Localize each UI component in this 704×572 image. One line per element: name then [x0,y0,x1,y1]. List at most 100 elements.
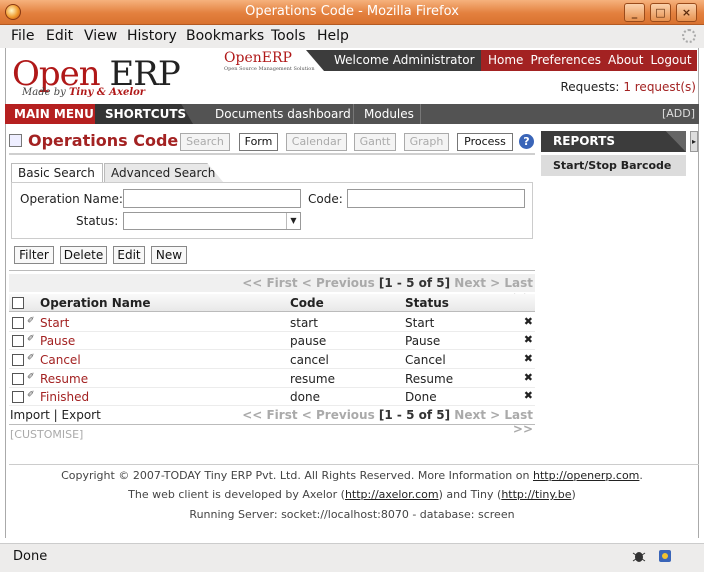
pager-previous[interactable]: < Previous [302,408,375,422]
row-status: Pause [405,334,441,348]
nav-home[interactable]: Home [488,53,523,67]
operation-name-input[interactable] [123,189,301,208]
pager-range: [1 - 5 of 5] [378,408,451,422]
delete-button[interactable]: Delete [60,246,107,264]
tab-advanced-search[interactable]: Advanced Search [104,163,224,183]
pager-first[interactable]: << First [242,408,297,422]
report-start-stop-barcode[interactable]: Start/Stop Barcode [541,155,686,176]
edit-icon[interactable]: ✐ [27,353,35,363]
edit-icon[interactable]: ✐ [27,372,35,382]
column-operation-name[interactable]: Operation Name [40,296,151,310]
menu-file[interactable]: File [11,28,34,44]
bug-icon[interactable] [631,548,647,564]
menu-help[interactable]: Help [317,28,349,44]
edit-button[interactable]: Edit [113,246,145,264]
add-shortcut-link[interactable]: [ADD] [662,107,695,120]
row-status: Cancel [405,353,446,367]
nav-divider [420,104,421,124]
row-checkbox[interactable] [12,354,24,366]
view-gantt-button[interactable]: Gantt [354,133,396,151]
row-operation-name[interactable]: Cancel [40,353,81,367]
shortcut-documents-dashboard[interactable]: Documents dashboard [215,107,351,121]
nav-logout[interactable]: Logout [651,53,692,67]
import-link[interactable]: Import [10,408,50,422]
table-row[interactable]: ✐ Resume resume Resume ✖ [9,369,535,388]
delete-row-icon[interactable]: ✖ [524,371,533,384]
edit-icon[interactable]: ✐ [27,390,35,400]
openerp-link[interactable]: http://openerp.com [533,469,639,482]
sidebar-toggle-icon[interactable]: ▸ [690,131,698,152]
nav-preferences[interactable]: Preferences [530,53,601,67]
credits-mid: ) and Tiny ( [438,488,502,501]
table-row[interactable]: ✐ Start start Start ✖ [9,313,535,332]
row-checkbox[interactable] [12,317,24,329]
row-operation-name[interactable]: Resume [40,372,88,386]
view-form-button[interactable]: Form [239,133,278,151]
row-checkbox[interactable] [12,373,24,385]
menu-edit[interactable]: Edit [46,28,73,44]
delete-row-icon[interactable]: ✖ [524,333,533,346]
code-input[interactable] [347,189,525,208]
status-select[interactable]: ▼ [123,212,301,230]
small-logo-subtitle: Open Source Management Solution [224,66,315,72]
menu-history[interactable]: History [127,28,177,44]
row-code: pause [290,334,327,348]
edit-icon[interactable]: ✐ [27,334,35,344]
pager-previous[interactable]: < Previous [302,276,375,290]
pager-last[interactable]: Last >> [504,408,533,436]
axelor-link[interactable]: http://axelor.com [345,488,439,501]
footer-divider [9,464,699,465]
select-all-checkbox[interactable] [12,297,24,309]
window-titlebar: Operations Code - Mozilla Firefox _ □ × [0,0,704,25]
pager-next[interactable]: Next > [454,276,500,290]
update-icon[interactable] [657,548,673,564]
view-search-button[interactable]: Search [180,133,230,151]
shortcut-modules[interactable]: Modules [364,107,414,121]
pager-range: [1 - 5 of 5] [378,276,451,290]
view-calendar-button[interactable]: Calendar [286,133,347,151]
row-checkbox[interactable] [12,335,24,347]
main-menu-button[interactable]: MAIN MENU [5,104,95,124]
row-operation-name[interactable]: Finished [40,390,89,404]
row-operation-name[interactable]: Pause [40,334,75,348]
export-link[interactable]: Export [62,408,101,422]
column-code[interactable]: Code [290,296,324,310]
delete-row-icon[interactable]: ✖ [524,352,533,365]
nav-about[interactable]: About [608,53,643,67]
pager-first[interactable]: << First [242,276,297,290]
reports-header: REPORTS [541,131,686,152]
menu-view[interactable]: View [84,28,117,44]
menu-bookmarks[interactable]: Bookmarks [186,28,264,44]
openerp-logo[interactable]: Open ERP Made by Tiny & Axelor [12,54,182,100]
row-checkbox[interactable] [12,391,24,403]
tab-basic-search[interactable]: Basic Search [11,163,103,183]
row-code: start [290,316,318,330]
table-row[interactable]: ✐ Pause pause Pause ✖ [9,331,535,350]
edit-icon[interactable]: ✐ [27,316,35,326]
pager-next[interactable]: Next > [454,408,500,422]
new-button[interactable]: New [151,246,187,264]
row-code: cancel [290,353,329,367]
small-openerp-logo: OpenERP Open Source Management Solution [224,50,315,72]
menu-tools[interactable]: Tools [271,28,306,44]
table-row[interactable]: ✐ Cancel cancel Cancel ✖ [9,350,535,369]
requests-link[interactable]: 1 request(s) [623,80,696,94]
filter-button[interactable]: Filter [14,246,54,264]
row-operation-name[interactable]: Start [40,316,69,330]
top-navigation: Home Preferences About Logout [481,50,697,71]
view-graph-button[interactable]: Graph [404,133,449,151]
table-row[interactable]: ✐ Finished done Done ✖ [9,387,535,406]
tiny-link[interactable]: http://tiny.be [501,488,571,501]
delete-row-icon[interactable]: ✖ [524,389,533,402]
delete-row-icon[interactable]: ✖ [524,315,533,328]
column-status[interactable]: Status [405,296,449,310]
minimize-button[interactable]: _ [624,3,645,22]
shortcuts-button[interactable]: SHORTCUTS [95,104,193,124]
help-icon[interactable]: ? [519,134,534,149]
close-button[interactable]: × [676,3,697,22]
view-process-button[interactable]: Process [457,133,513,151]
maximize-button[interactable]: □ [650,3,671,22]
footer-copyright: Copyright © 2007-TODAY Tiny ERP Pvt. Ltd… [5,469,699,482]
chevron-down-icon: ▼ [286,213,300,229]
customise-link[interactable]: [CUSTOMISE] [10,428,83,441]
